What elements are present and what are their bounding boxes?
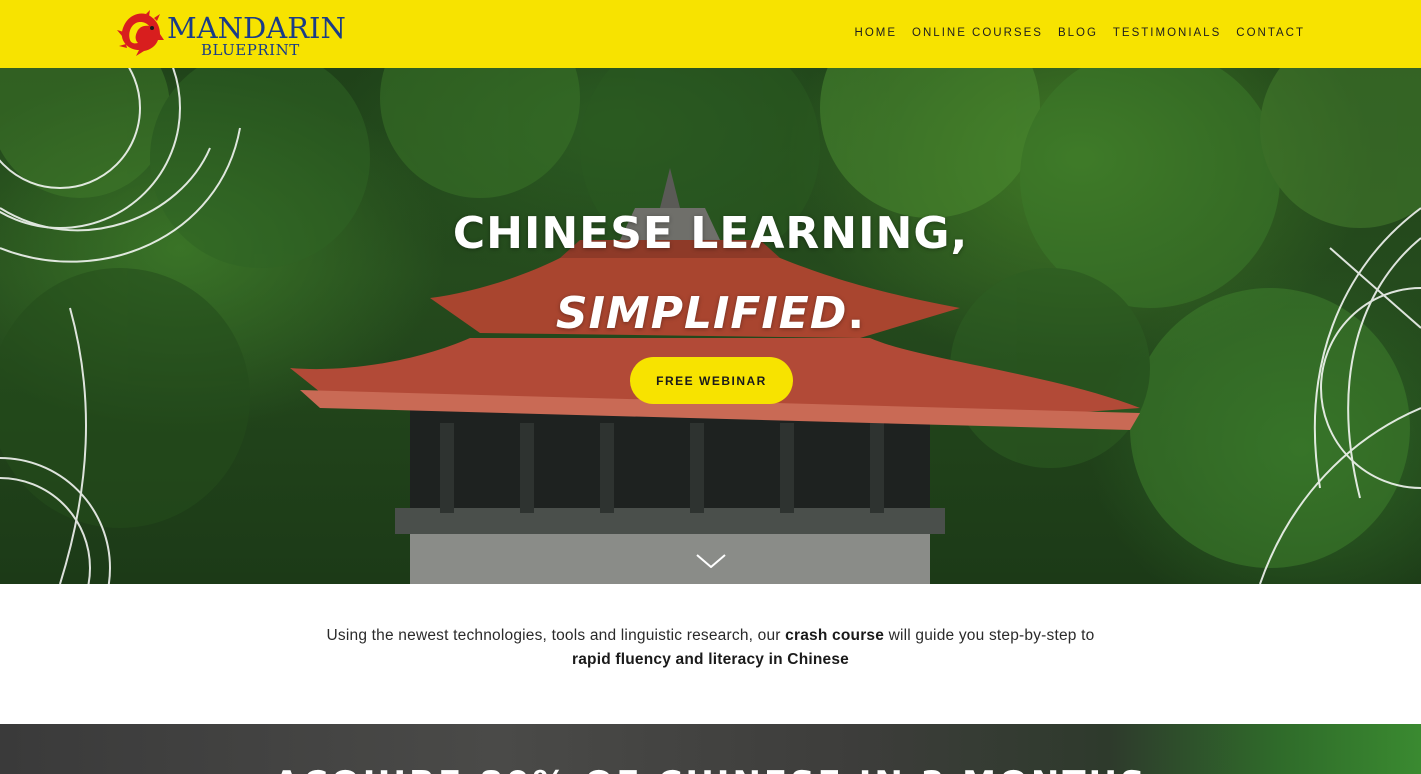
nav-blog[interactable]: BLOG bbox=[1058, 26, 1098, 40]
dragon-icon bbox=[117, 10, 164, 57]
intro-text-part-2: will guide you step-by-step to bbox=[884, 627, 1095, 644]
nav-testimonials[interactable]: TESTIMONIALS bbox=[1113, 26, 1221, 40]
promo-heading: ACQUIRE 80% OF CHINESE IN 3 MONTHS bbox=[0, 764, 1421, 774]
intro-text-part-1: Using the newest technologies, tools and… bbox=[326, 627, 786, 644]
site-header: MANDARIN BLUEPRINT HOME ONLINE COURSES B… bbox=[0, 0, 1421, 68]
promo-section: ACQUIRE 80% OF CHINESE IN 3 MONTHS bbox=[0, 724, 1421, 774]
logo-tagline: BLUEPRINT bbox=[201, 41, 300, 59]
hero-title-emphasis: SIMPLIFIED bbox=[555, 288, 848, 339]
nav-home[interactable]: HOME bbox=[855, 26, 898, 40]
nav-online-courses[interactable]: ONLINE COURSES bbox=[912, 26, 1043, 40]
hero-section: CHINESE LEARNING, SIMPLIFIED. FREE WEBIN… bbox=[0, 68, 1421, 584]
chevron-down-icon[interactable] bbox=[696, 554, 726, 568]
nav-contact[interactable]: CONTACT bbox=[1236, 26, 1305, 40]
intro-section: Using the newest technologies, tools and… bbox=[0, 584, 1421, 724]
free-webinar-button[interactable]: FREE WEBINAR bbox=[630, 357, 793, 404]
main-nav: HOME ONLINE COURSES BLOG TESTIMONIALS CO… bbox=[855, 26, 1305, 40]
site-logo[interactable]: MANDARIN BLUEPRINT bbox=[116, 8, 346, 62]
hero-title-line-2: SIMPLIFIED. bbox=[0, 288, 1421, 340]
logo-wordmark: MANDARIN bbox=[167, 11, 346, 45]
intro-emphasis-crash-course: crash course bbox=[785, 627, 885, 644]
hero-title-period: . bbox=[847, 288, 866, 339]
intro-text: Using the newest technologies, tools and… bbox=[260, 624, 1161, 672]
hero-title-line-1: CHINESE LEARNING, bbox=[452, 208, 969, 259]
intro-emphasis-fluency: rapid fluency and literacy in Chinese bbox=[571, 651, 849, 668]
